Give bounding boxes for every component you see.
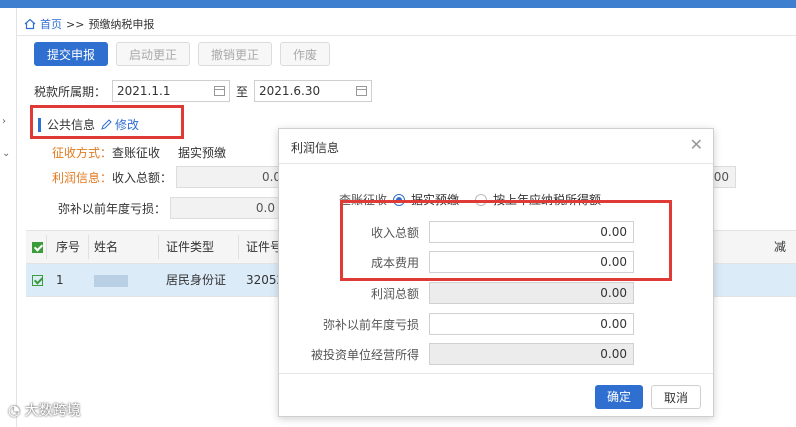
investee-income-input: 0.00	[429, 343, 634, 365]
row-name-redacted	[94, 264, 128, 296]
profit-info-row: 利润信息： 收入总额： 0.0	[52, 166, 289, 188]
public-info-header: 公共信息 修改	[38, 116, 139, 133]
confirm-button[interactable]: 确定	[595, 385, 644, 409]
close-icon[interactable]: ✕	[690, 135, 703, 154]
chevron-down-icon[interactable]: ⌄	[2, 148, 10, 159]
total-profit-input: 0.00	[429, 282, 634, 304]
tax-period-label: 税款所属期：	[34, 84, 107, 99]
watermark-text: 大数跨境	[24, 403, 81, 419]
col-name: 姓名	[94, 240, 119, 254]
watermark-logo-icon: ◔	[8, 403, 25, 419]
collection-method-value: 查账征收	[112, 146, 161, 160]
col-index: 序号	[56, 240, 81, 254]
toolbar: 提交申报 启动更正 撤销更正 作废	[34, 42, 331, 66]
highlight-box-income-cost	[340, 200, 672, 281]
home-icon[interactable]	[24, 18, 36, 30]
col-id-type: 证件类型	[166, 240, 215, 254]
breadcrumb-separator: >>	[66, 17, 85, 31]
loss-field[interactable]: 0.0	[170, 197, 283, 219]
cancel-button[interactable]: 取消	[651, 385, 702, 409]
start-correction-button[interactable]: 启动更正	[116, 42, 191, 66]
period-to-label: 至	[236, 84, 249, 99]
dialog-title: 利润信息	[291, 141, 340, 155]
field-label-profit: 利润总额	[370, 287, 419, 301]
period-start-value: 2021.1.1	[117, 84, 171, 98]
submit-declaration-button[interactable]: 提交申报	[34, 42, 109, 66]
tax-period: 税款所属期： 2021.1.1 至 2021.6.30	[34, 80, 373, 102]
period-start-field[interactable]: 2021.1.1	[112, 80, 231, 102]
revenue-field[interactable]: 0.0	[176, 166, 289, 188]
edit-link[interactable]: 修改	[101, 116, 139, 133]
breadcrumb-current: 预缴纳税申报	[88, 18, 155, 31]
breadcrumb: 首页 >> 预缴纳税申报	[24, 14, 154, 34]
breadcrumb-divider	[16, 35, 796, 36]
period-end-field[interactable]: 2021.6.30	[254, 80, 373, 102]
col-id-number: 证件号	[246, 240, 283, 254]
profit-info-label: 利润信息：	[52, 170, 113, 185]
chevron-right-icon[interactable]: ›	[2, 116, 6, 127]
col-reduction: 减免	[774, 240, 787, 286]
field-label-loss: 弥补以前年度亏损	[322, 318, 419, 332]
loss-row: 弥补以前年度亏损： 0.0	[58, 197, 283, 219]
collection-method-label: 征收方式：	[52, 146, 113, 160]
left-panel: › ⌄	[0, 8, 17, 427]
dialog-footer-divider	[279, 373, 713, 374]
select-all-checkbox[interactable]	[32, 231, 43, 263]
calendar-icon[interactable]	[214, 86, 226, 96]
cancel-correction-button[interactable]: 撤销更正	[198, 42, 273, 66]
top-header-bar	[0, 0, 796, 8]
row-id-type: 居民身份证	[166, 273, 227, 287]
edit-label: 修改	[115, 118, 140, 132]
dialog-header-divider	[279, 163, 713, 164]
loss-label: 弥补以前年度亏损：	[58, 201, 167, 216]
period-end-value: 2021.6.30	[259, 84, 321, 98]
collection-method-row: 征收方式： 查账征收 据实预缴	[52, 144, 226, 161]
void-button[interactable]: 作废	[280, 42, 331, 66]
row-index: 1	[56, 273, 64, 287]
loss-offset-input[interactable]: 0.00	[429, 313, 634, 335]
calendar-icon[interactable]	[356, 86, 368, 96]
row-checkbox[interactable]	[32, 264, 43, 296]
pencil-icon	[101, 119, 112, 130]
revenue-label: 收入总额：	[112, 170, 173, 185]
public-info-title: 公共信息	[47, 118, 96, 132]
field-label-investee: 被投资单位经营所得	[310, 348, 419, 362]
breadcrumb-home-link[interactable]: 首页	[40, 16, 62, 32]
section-marker	[38, 117, 41, 132]
watermark: ◔ 大数跨境	[8, 400, 81, 420]
collection-method-extra: 据实预缴	[178, 146, 227, 160]
